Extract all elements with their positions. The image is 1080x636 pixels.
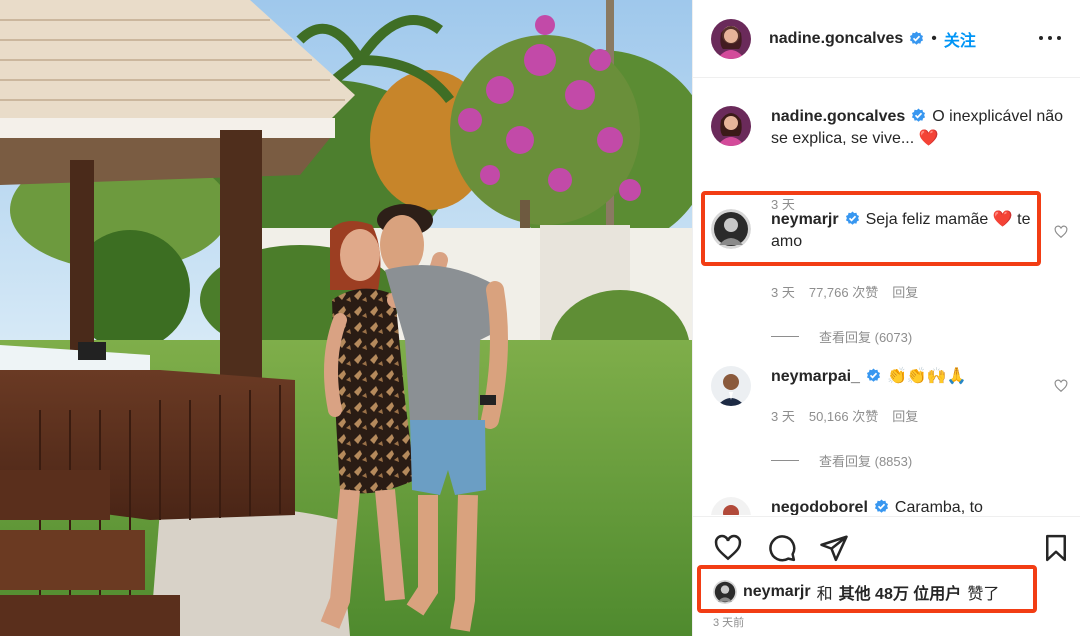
comment-username[interactable]: negodoborel [771,499,868,515]
reply-button[interactable]: 回复 [892,406,918,425]
separator-dot: • [931,29,937,47]
post-time[interactable]: 3 天前 [713,614,744,630]
verified-icon [845,211,859,225]
verified-icon [912,108,926,122]
view-replies-button[interactable]: 查看回复 (8853) [771,451,912,470]
reply-button[interactable]: 回复 [892,282,918,301]
verified-icon [866,368,880,382]
view-replies-button[interactable]: 查看回复 (6073) [771,327,912,346]
comment-username[interactable]: nadine.goncalves [771,108,905,125]
like-comment-heart-icon[interactable] [1054,225,1068,239]
view-replies-label: 查看回复 (6073) [819,330,913,345]
comment-username[interactable]: neymarjr [771,211,839,228]
comment-likes[interactable]: 50,166 次赞 [809,406,878,425]
comment-username[interactable]: neymarpai_ [771,368,860,385]
liker-avatar[interactable] [713,580,737,604]
comment-time[interactable]: 3 天 [771,406,795,425]
comment-text: Caramba, to [894,499,983,515]
bookmark-icon[interactable] [1041,533,1071,563]
view-replies-label: 查看回复 (8853) [819,454,913,469]
verified-icon [910,31,924,45]
post-actions: neymarjr 和 其他 48万 位用户 赞了 [693,516,1080,636]
follow-button[interactable]: 关注 [944,27,976,51]
likes-conj: 和 [816,586,833,603]
comment-icon[interactable] [767,533,797,563]
verified-icon [874,499,888,513]
post-header: nadine.goncalves • 关注 [693,0,1080,78]
like-comment-heart-icon[interactable] [1054,379,1068,393]
likes-suffix: 赞了 [967,586,1000,603]
likes-summary[interactable]: neymarjr 和 其他 48万 位用户 赞了 [713,580,999,604]
author-avatar[interactable] [711,18,751,59]
post-photo[interactable] [0,0,692,636]
comment-text: 👏👏🙌🙏 [886,368,967,385]
comment-meta: 3 天 50,166 次赞 回复 [771,406,918,425]
liker-username[interactable]: neymarjr [743,583,811,601]
commenter-avatar[interactable] [711,106,751,146]
comments-list[interactable]: nadine.goncalves O inexplicável não se ex… [693,79,1080,515]
comment-meta: 3 天 77,766 次赞 回复 [771,282,918,301]
commenter-avatar[interactable] [711,209,751,249]
commenter-avatar[interactable] [711,366,751,406]
post-sidebar: nadine.goncalves • 关注 nadine.goncalves O… [692,0,1080,636]
comment-time[interactable]: 3 天 [771,282,795,301]
heart-icon[interactable] [713,533,743,563]
more-icon[interactable] [1039,28,1061,48]
likes-others[interactable]: 其他 48万 位用户 [839,580,962,604]
author-username[interactable]: nadine.goncalves [769,30,903,48]
share-icon[interactable] [819,533,849,563]
commenter-avatar[interactable] [711,497,751,515]
comment-likes[interactable]: 77,766 次赞 [809,282,878,301]
